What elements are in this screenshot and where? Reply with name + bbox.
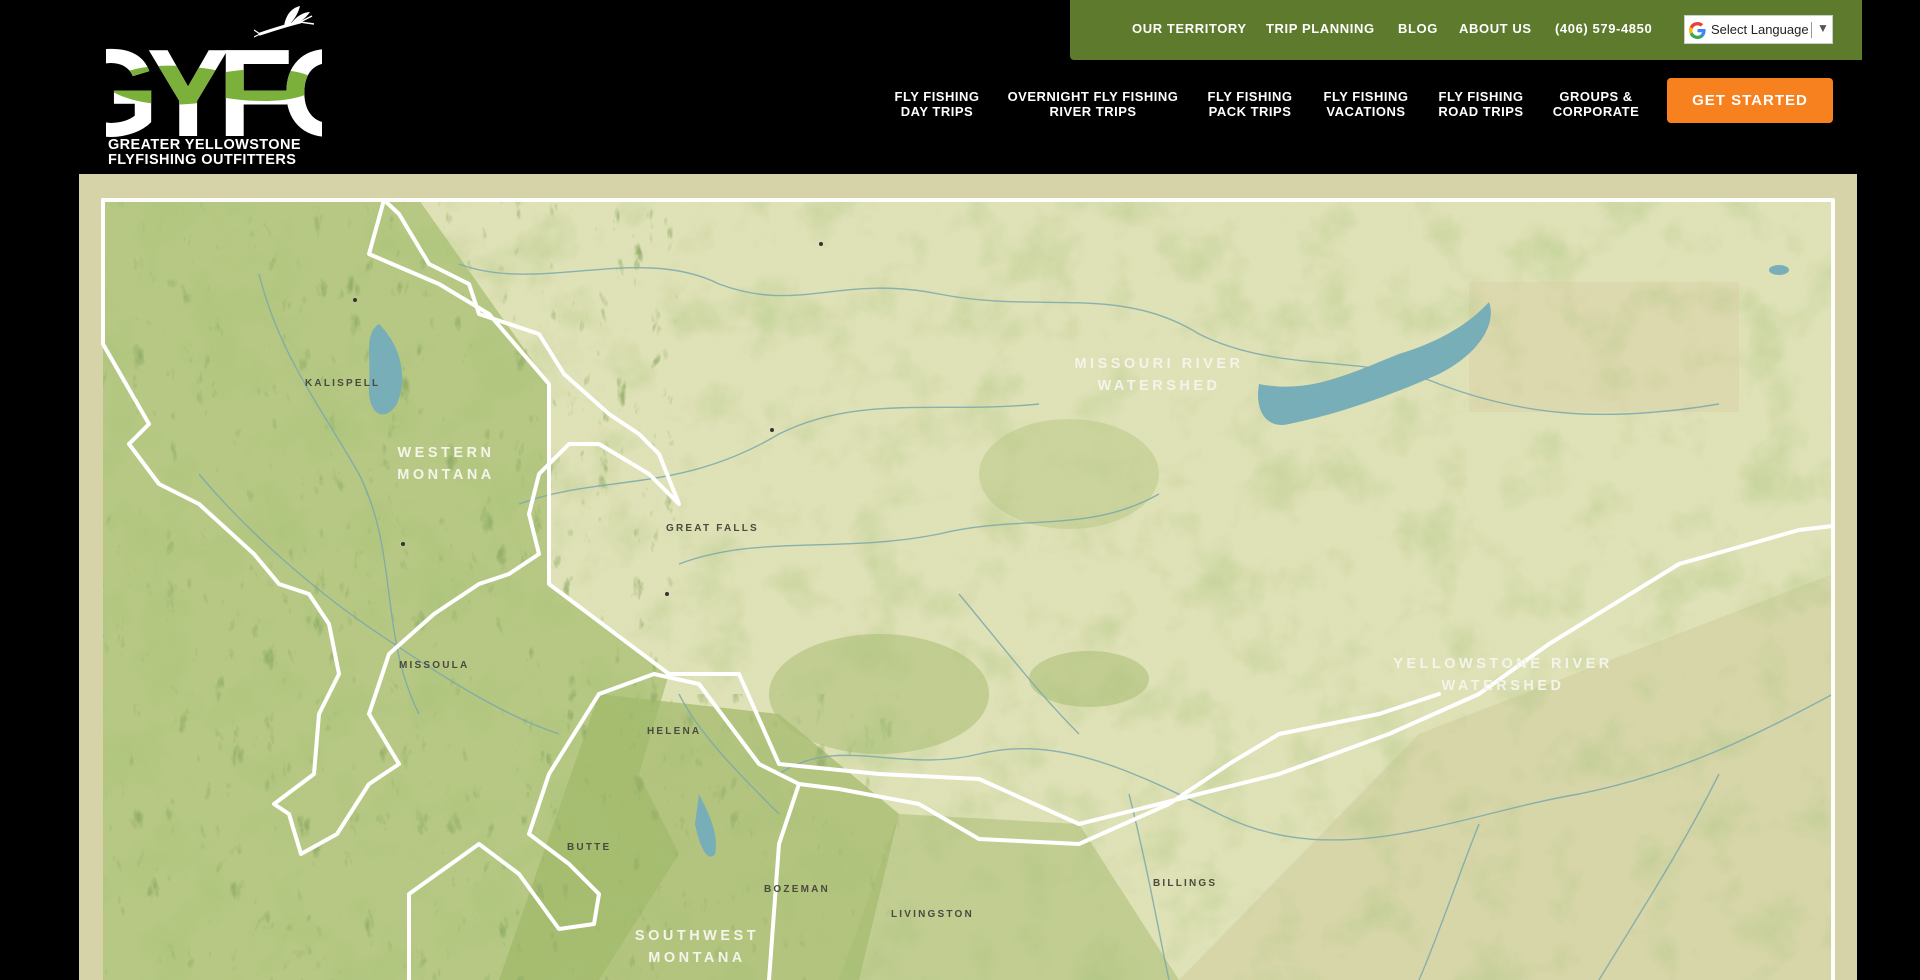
nav-trip-planning[interactable]: TRIP PLANNING	[1266, 21, 1375, 36]
logo-tagline: GREATER YELLOWSTONE FLYFISHING OUTFITTER…	[108, 138, 318, 168]
region-label-western-l1: WESTERN	[398, 445, 495, 461]
terrain-shading	[103, 200, 1833, 980]
logo-mark: GYFO GYFO	[106, 32, 322, 138]
city-label-kalispell: KALISPELL	[305, 378, 380, 389]
region-label-yellowstone-l2: WATERSHED	[1441, 678, 1564, 694]
nav-day-trips[interactable]: FLY FISHING DAY TRIPS	[893, 89, 981, 119]
nav-blog[interactable]: BLOG	[1398, 21, 1438, 36]
tagline-line-2: FLYFISHING OUTFITTERS	[108, 152, 297, 168]
region-label-southwest-l1: SOUTHWEST	[635, 928, 759, 944]
get-started-button[interactable]: GET STARTED	[1667, 78, 1833, 123]
google-g-icon	[1689, 22, 1706, 39]
nav-overnight-river-trips[interactable]: OVERNIGHT FLY FISHING RIVER TRIPS	[1007, 89, 1179, 119]
city-label-livingston: LIVINGSTON	[891, 909, 974, 920]
city-label-bozeman: BOZEMAN	[764, 884, 830, 895]
city-label-great-falls: GREAT FALLS	[666, 523, 759, 534]
site-header: GYFO GYFO GREATER YELLOWSTONE FLYFISHING…	[0, 0, 1920, 174]
region-label-southwest-l2: MONTANA	[648, 950, 746, 966]
language-select-label: Select Language	[1711, 22, 1809, 37]
gyfo-logo[interactable]: GYFO GYFO GREATER YELLOWSTONE FLYFISHING…	[104, 4, 324, 170]
tagline-line-1: GREATER YELLOWSTONE	[108, 137, 301, 153]
mayfly-icon	[254, 6, 315, 38]
city-label-butte: BUTTE	[567, 842, 611, 853]
language-select-divider	[1811, 22, 1812, 38]
trout-silhouette	[106, 65, 322, 105]
nav-groups-corporate[interactable]: GROUPS & CORPORATE	[1551, 89, 1641, 119]
nav-about-us[interactable]: ABOUT US	[1459, 21, 1532, 36]
nav-pack-trips[interactable]: FLY FISHING PACK TRIPS	[1206, 89, 1294, 119]
nav-our-territory[interactable]: OUR TERRITORY	[1132, 21, 1247, 36]
region-label-yellowstone-l1: YELLOWSTONE RIVER	[1393, 656, 1613, 672]
language-select[interactable]: Select Language ▼	[1684, 15, 1833, 44]
nav-road-trips[interactable]: FLY FISHING ROAD TRIPS	[1437, 89, 1525, 119]
city-label-billings: BILLINGS	[1153, 878, 1217, 889]
region-label-missouri-l2: WATERSHED	[1097, 378, 1220, 394]
nav-phone-number[interactable]: (406) 579-4850	[1555, 21, 1652, 36]
dropdown-arrow-icon: ▼	[1817, 21, 1829, 35]
montana-map: WESTERN MONTANA MISSOURI RIVER WATERSHED Y…	[79, 174, 1857, 980]
region-label-missouri-l1: MISSOURI RIVER	[1074, 356, 1243, 372]
territory-map: WESTERN MONTANA MISSOURI RIVER WATERSHED Y…	[79, 174, 1857, 980]
nav-vacations[interactable]: FLY FISHING VACATIONS	[1322, 89, 1410, 119]
city-label-helena: HELENA	[647, 726, 701, 737]
city-label-missoula: MISSOULA	[399, 660, 469, 671]
region-label-western-l2: MONTANA	[397, 467, 495, 483]
